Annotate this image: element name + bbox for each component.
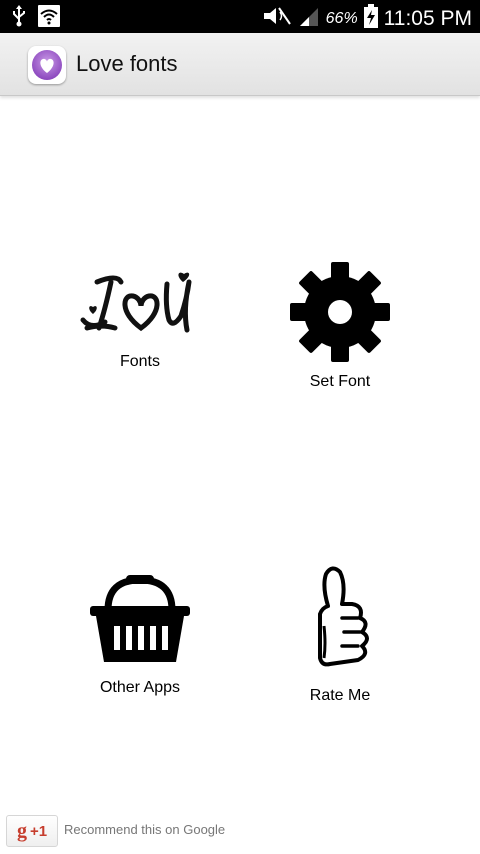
mute-icon [262, 5, 292, 32]
battery-percent: 66% [325, 9, 358, 27]
google-icon: g [16, 819, 27, 842]
clock: 11:05 PM [383, 6, 472, 30]
recommend-text: Recommend this on Google [64, 822, 226, 837]
rate-me-tile[interactable]: Rate Me [260, 566, 420, 705]
action-bar: Love fonts [0, 33, 480, 96]
basket-icon [90, 575, 190, 662]
heart-icon [32, 50, 62, 80]
other-apps-label: Other Apps [99, 679, 181, 696]
google-plus-one-button[interactable]: g +1 [6, 815, 58, 847]
screen: 66% 11:05 PM Love fonts Fonts Set Font O… [0, 0, 480, 854]
status-bar-right: 66% 11:05 PM [262, 4, 472, 33]
set-font-label: Set Font [309, 373, 371, 390]
plus-one-label: +1 [29, 822, 48, 840]
rate-me-label: Rate Me [309, 687, 371, 704]
set-font-tile[interactable]: Set Font [260, 262, 420, 391]
wifi-icon [38, 5, 60, 32]
usb-icon [12, 5, 26, 32]
fonts-tile[interactable]: Fonts [60, 270, 220, 371]
battery-charging-icon [363, 4, 378, 33]
gear-icon [290, 262, 390, 362]
status-bar: 66% 11:05 PM [0, 0, 480, 33]
fonts-label: Fonts [119, 353, 160, 370]
other-apps-tile[interactable]: Other Apps [60, 572, 220, 697]
app-title: Love fonts [76, 51, 178, 76]
love-you-icon [80, 272, 192, 333]
thumbs-up-icon [318, 566, 369, 667]
status-bar-left [12, 5, 60, 32]
signal-icon [298, 5, 320, 32]
app-icon[interactable] [28, 46, 66, 84]
